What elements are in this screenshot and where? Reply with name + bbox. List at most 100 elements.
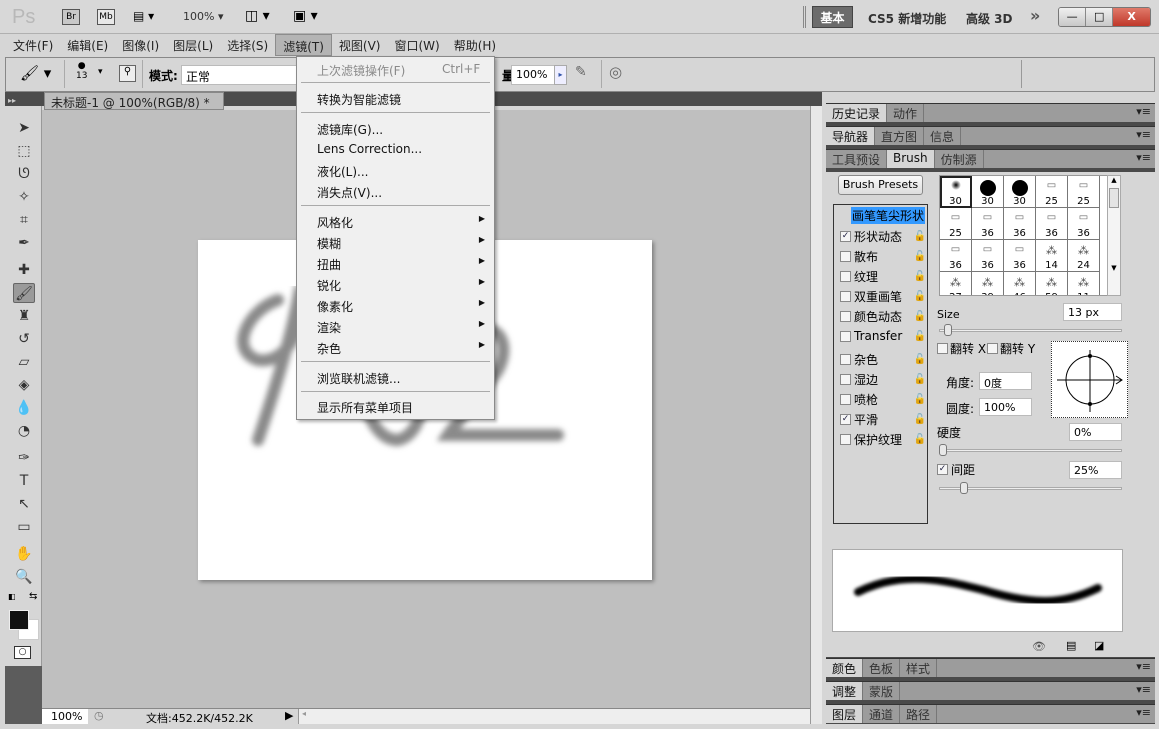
zoom-tool-icon[interactable]: 🔍 [13,567,35,587]
move-tool-icon[interactable]: ➤ [13,118,35,138]
history-brush-tool-icon[interactable]: ↺ [13,329,35,349]
brush-option-item[interactable]: 杂色 🔓 [840,350,926,368]
checkbox[interactable] [840,373,851,385]
brush-option-item[interactable]: 保护纹理 🔓 [840,430,926,448]
lock-icon[interactable]: 🔓 [914,394,926,405]
brush-option-item[interactable]: 湿边 🔓 [840,370,926,388]
lock-icon[interactable]: 🔓 [914,374,926,385]
menu-item-liquify[interactable]: 液化(L)... [317,163,369,180]
checkbox[interactable] [840,433,851,445]
lock-icon[interactable]: 🔓 [914,271,926,282]
brush-option-item[interactable]: 双重画笔 🔓 [840,287,926,305]
tab-paths[interactable]: 路径 [900,705,938,723]
brush-option-item[interactable]: ✓ 形状动态 🔓 [840,227,926,245]
menu-edit[interactable]: 编辑(E) [60,34,115,56]
brush-tool-icon[interactable]: 🖌 [13,283,35,303]
tab-clone-source[interactable]: 仿制源 [935,150,984,168]
checkbox[interactable] [840,330,851,342]
zoom-dropdown[interactable]: 100% ▾ [183,10,223,23]
zoom-level-field[interactable]: 100% [42,709,88,724]
menu-item-vanishing-point[interactable]: 消失点(V)... [317,184,382,201]
panel-menu-icon[interactable]: ▾≡ [1136,706,1151,719]
horizontal-scrollbar[interactable]: ◂ [298,709,810,724]
spacing-slider-knob[interactable] [960,482,968,494]
checkbox[interactable] [840,290,851,302]
checkbox[interactable] [840,270,851,282]
workspace-3d[interactable]: 高级 3D [966,10,1013,27]
menu-view[interactable]: 视图(V) [332,34,388,56]
brush-presets-button[interactable]: Brush Presets [838,175,923,195]
foreground-color-swatch[interactable] [9,610,29,630]
brush-picker[interactable]: ● 13 [76,61,87,81]
lock-icon[interactable]: 🔓 [914,331,926,342]
flow-input[interactable]: 100% [511,65,555,85]
lasso-tool-icon[interactable]: ᘎ [13,164,35,184]
quick-mask-icon[interactable]: ○ [14,646,31,659]
menu-select[interactable]: 选择(S) [220,34,275,56]
brush-tip-cell[interactable]: ▭ 36 [1036,208,1068,240]
rectangle-tool-icon[interactable]: ▭ [13,517,35,537]
tab-color[interactable]: 颜色 [826,659,864,677]
brush-option-item[interactable]: Transfer 🔓 [840,327,926,345]
checkbox[interactable]: ✓ [840,413,851,425]
tab-brush[interactable]: Brush [887,150,935,168]
brush-tip-cell[interactable]: ⁂ 59 [1036,272,1068,295]
brush-tip-cell[interactable]: ▭ 36 [972,240,1004,272]
tab-history[interactable]: 历史记录 [826,104,888,122]
brush-option-item[interactable]: 纹理 🔓 [840,267,926,285]
menu-item-filter-gallery[interactable]: 滤镜库(G)... [317,121,383,138]
bridge-button[interactable]: Br [62,9,80,25]
brush-option-item[interactable]: 喷枪 🔓 [840,390,926,408]
eraser-tool-icon[interactable]: ▱ [13,352,35,372]
flow-slider-toggle[interactable]: ▸ [554,65,567,85]
size-slider[interactable] [939,324,1122,336]
hardness-slider[interactable] [939,444,1122,456]
brush-option-item[interactable]: 颜色动态 🔓 [840,307,926,325]
brush-tip-cell[interactable]: ⁂ 46 [1004,272,1036,295]
size-slider-knob[interactable] [944,324,953,336]
brush-tip-cell[interactable]: ▭ 36 [972,208,1004,240]
vertical-scrollbar[interactable] [810,106,822,724]
hardness-slider-knob[interactable] [939,444,947,456]
tab-actions[interactable]: 动作 [887,104,925,122]
menu-item-noise[interactable]: 杂色 ▶ [317,340,493,357]
healing-brush-tool-icon[interactable]: ✚ [13,260,35,280]
clone-stamp-tool-icon[interactable]: ♜ [13,306,35,326]
status-info-icon[interactable]: ◷ [94,709,104,722]
menu-item-last-filter[interactable]: 上次滤镜操作(F) [317,62,405,79]
brush-tip-cell[interactable]: ▭ 36 [1004,240,1036,272]
panel-menu-icon[interactable]: ▾≡ [1136,683,1151,696]
panel-menu-icon[interactable]: ▾≡ [1136,105,1151,118]
mode-select[interactable]: 正常 [181,65,301,85]
default-colors-icon[interactable]: ◧ [8,592,16,601]
lock-icon[interactable]: 🔓 [914,434,926,445]
menu-item-distort[interactable]: 扭曲 ▶ [317,256,493,273]
arrange-documents-icon[interactable]: ◫ ▾ [245,8,270,24]
brush-tip-cell[interactable]: ▭ 36 [1068,208,1100,240]
spacing-slider[interactable] [939,482,1122,494]
workspace-essentials[interactable]: 基本 [812,6,853,28]
status-menu-arrow[interactable]: ▶ [285,709,293,722]
size-input[interactable]: 13 px [1063,303,1122,321]
menu-item-sharpen[interactable]: 锐化 ▶ [317,277,493,294]
lock-icon[interactable]: 🔓 [914,354,926,365]
minimize-button[interactable]: — [1059,8,1087,26]
dodge-tool-icon[interactable]: ◔ [13,421,35,441]
tab-navigator[interactable]: 导航器 [826,127,876,145]
brush-panel-toggle-icon[interactable]: ⚲ [119,65,136,82]
brush-tip-cell[interactable]: ▭ 25 [940,208,972,240]
brush-tip-cell[interactable]: ▭ 25 [1068,176,1100,208]
chevron-down-icon[interactable]: ▾ [98,67,103,77]
lock-icon[interactable]: 🔓 [914,251,926,262]
marquee-tool-icon[interactable]: ⬚ [13,141,35,161]
new-brush-icon[interactable]: ◪ [1094,639,1104,652]
lock-icon[interactable]: 🔓 [914,231,926,242]
tab-tool-presets[interactable]: 工具预设 [826,150,888,168]
checkbox[interactable] [840,393,851,405]
airbrush-icon[interactable]: ✎ [575,64,587,80]
brush-tip-cell[interactable]: ▭ 36 [1004,208,1036,240]
blur-tool-icon[interactable]: 💧 [13,398,35,418]
brush-tip-scrollbar[interactable]: ▲ ▼ [1107,175,1121,296]
brush-tip-cell[interactable]: 30 [940,176,972,208]
menu-item-stylize[interactable]: 风格化 ▶ [317,214,493,231]
